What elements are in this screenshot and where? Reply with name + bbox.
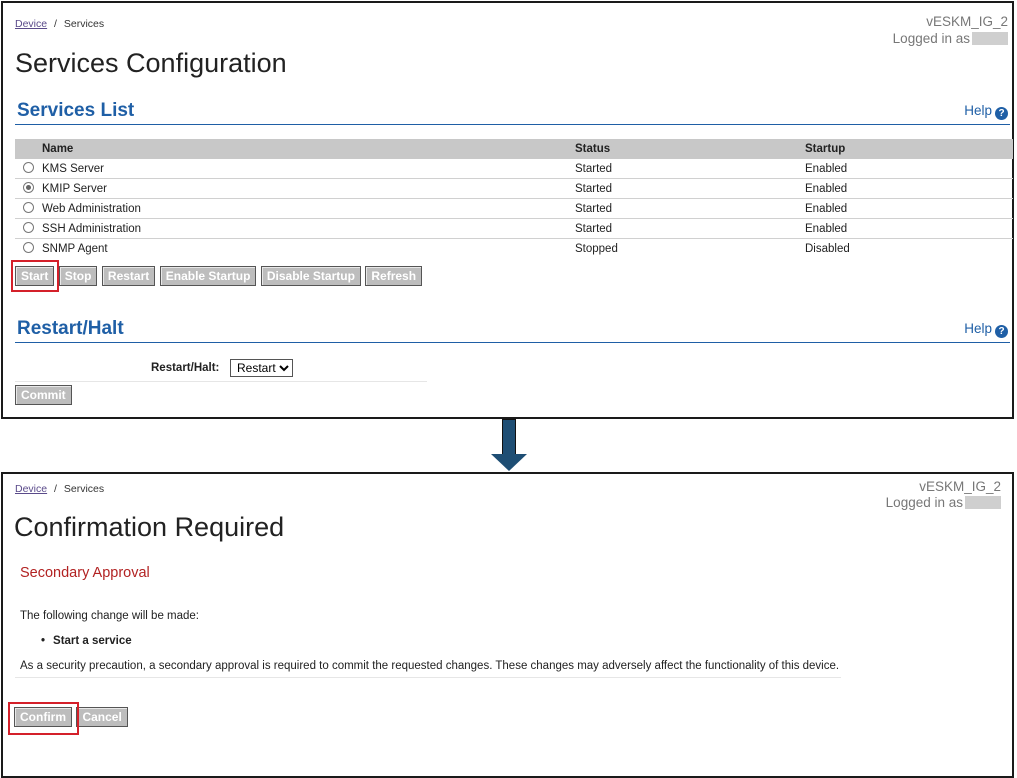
service-radio-ssh-administration[interactable] xyxy=(23,222,34,233)
start-button-highlight xyxy=(11,260,59,292)
service-radio-kmip-server[interactable] xyxy=(23,182,34,193)
disable-startup-button[interactable]: Disable Startup xyxy=(260,266,361,286)
help-label: Help xyxy=(964,103,992,118)
breadcrumb: Device / Services xyxy=(15,18,104,30)
security-warning-text: As a security precaution, a secondary ap… xyxy=(20,660,840,672)
table-row[interactable]: KMIP Server Started Enabled xyxy=(15,178,1013,199)
restart-help-link[interactable]: Help? xyxy=(964,321,1008,338)
service-action-buttons: Start Stop Restart Enable Startup Disabl… xyxy=(15,266,423,286)
table-row[interactable]: SSH Administration Started Enabled xyxy=(15,218,1013,239)
service-status: Started xyxy=(575,159,805,179)
logged-in-info: Logged in as xyxy=(893,31,1008,46)
restart-halt-heading: Restart/Halt xyxy=(17,318,124,339)
service-startup: Enabled xyxy=(805,159,1013,179)
secondary-approval-heading: Secondary Approval xyxy=(20,565,150,581)
table-row[interactable]: Web Administration Started Enabled xyxy=(15,198,1013,219)
breadcrumb-device-link[interactable]: Device xyxy=(15,18,47,30)
redacted-username xyxy=(972,32,1008,45)
service-name: KMS Server xyxy=(42,163,104,175)
section-divider xyxy=(15,342,1010,343)
service-name: Web Administration xyxy=(42,203,141,215)
services-list-heading: Services List xyxy=(17,100,135,121)
column-header-name: Name xyxy=(15,139,575,159)
breadcrumb-separator: / xyxy=(54,18,57,30)
help-label: Help xyxy=(964,321,992,336)
service-radio-web-administration[interactable] xyxy=(23,202,34,213)
service-status: Stopped xyxy=(575,242,618,255)
commit-button[interactable]: Commit xyxy=(15,385,72,405)
services-help-link[interactable]: Help? xyxy=(964,103,1008,120)
help-question-icon: ? xyxy=(995,325,1008,338)
service-name: SSH Administration xyxy=(42,223,142,235)
service-status: Started xyxy=(575,218,805,239)
breadcrumb-current: Services xyxy=(63,483,105,495)
column-header-status: Status xyxy=(575,139,805,159)
column-header-startup: Startup xyxy=(805,139,1013,159)
help-question-icon: ? xyxy=(995,107,1008,120)
device-name: vESKM_IG_2 xyxy=(926,14,1008,29)
divider xyxy=(15,677,841,678)
confirmation-panel: Device / Services vESKM_IG_2 Logged in a… xyxy=(1,472,1014,778)
breadcrumb-current: Services xyxy=(63,18,105,30)
table-header-row: Name Status Startup xyxy=(15,139,1013,159)
cancel-button[interactable]: Cancel xyxy=(76,707,128,727)
service-name: KMIP Server xyxy=(42,183,107,195)
service-startup: Enabled xyxy=(805,218,1013,239)
service-name: SNMP Agent xyxy=(42,243,108,255)
restart-halt-form-row: Restart/Halt: Restart xyxy=(15,359,427,382)
table-row[interactable]: SNMP Agent Stopped Disabled xyxy=(15,239,1013,259)
confirm-button-highlight xyxy=(8,702,79,735)
refresh-button[interactable]: Refresh xyxy=(365,266,423,286)
logged-in-label: Logged in as xyxy=(885,495,963,510)
enable-startup-button[interactable]: Enable Startup xyxy=(159,266,257,286)
service-radio-kms-server[interactable] xyxy=(23,162,34,173)
restart-halt-label: Restart/Halt: xyxy=(151,362,220,374)
service-radio-snmp-agent[interactable] xyxy=(23,242,34,253)
service-status: Started xyxy=(575,198,805,219)
page-title: Services Configuration xyxy=(15,48,287,78)
section-divider xyxy=(15,124,1010,125)
service-status: Started xyxy=(575,178,805,199)
logged-in-label: Logged in as xyxy=(892,31,970,46)
restart-button[interactable]: Restart xyxy=(101,266,156,286)
service-startup: Enabled xyxy=(805,198,1013,219)
services-configuration-panel: Device / Services vESKM_IG_2 Logged in a… xyxy=(1,1,1014,419)
restart-halt-select[interactable]: Restart xyxy=(230,359,293,377)
logged-in-info: Logged in as xyxy=(886,495,1001,510)
services-table: Name Status Startup KMS Server Started E… xyxy=(15,139,1013,258)
down-arrow-head-icon xyxy=(491,454,527,471)
service-startup: Disabled xyxy=(805,242,850,255)
breadcrumb-device-link[interactable]: Device xyxy=(15,483,47,495)
change-intro-text: The following change will be made: xyxy=(20,610,199,622)
change-list-item: Start a service xyxy=(41,635,132,647)
device-name: vESKM_IG_2 xyxy=(919,479,1001,494)
service-startup: Enabled xyxy=(805,178,1013,199)
down-arrow-icon xyxy=(502,419,516,455)
breadcrumb: Device / Services xyxy=(15,483,104,495)
page-title: Confirmation Required xyxy=(14,512,285,542)
stop-button[interactable]: Stop xyxy=(58,266,98,286)
redacted-username xyxy=(965,496,1001,509)
table-row[interactable]: KMS Server Started Enabled xyxy=(15,159,1013,179)
breadcrumb-separator: / xyxy=(54,483,57,495)
